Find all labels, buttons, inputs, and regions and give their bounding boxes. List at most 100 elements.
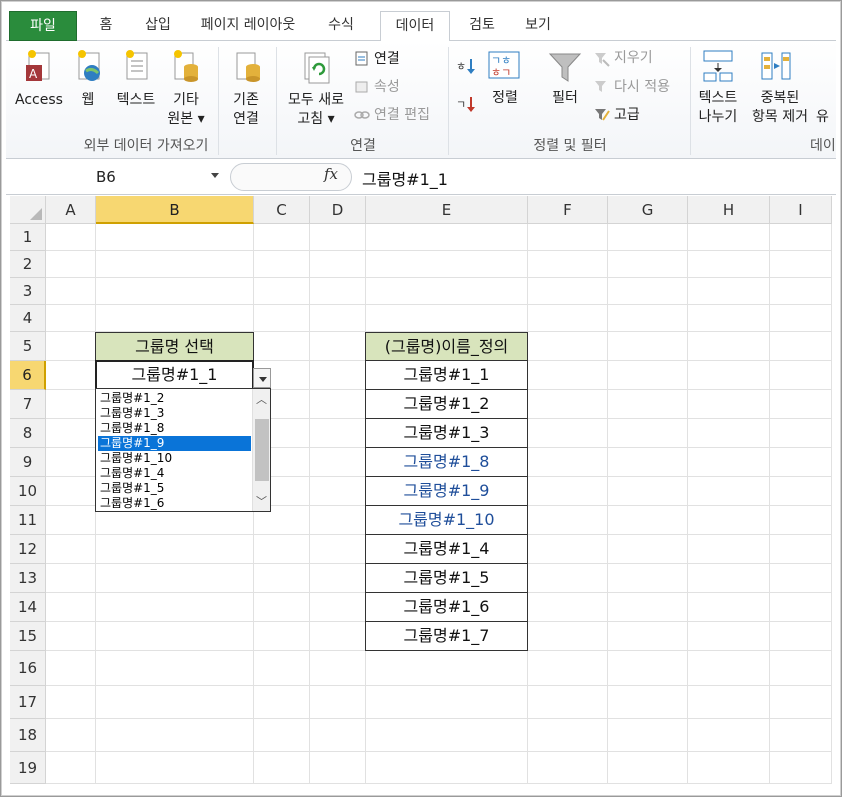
text-import-button[interactable]: 텍스트 (110, 91, 162, 110)
cell-e13[interactable]: 그룹명#1_5 (365, 563, 528, 593)
gridline (46, 751, 832, 752)
select-all-corner[interactable] (10, 196, 46, 224)
properties-button[interactable]: 속성 (374, 78, 400, 96)
tab-review[interactable]: 검토 (458, 11, 506, 41)
cell-e11[interactable]: 그룹명#1_10 (365, 505, 528, 535)
svg-text:ㅎ: ㅎ (456, 60, 466, 73)
tab-insert[interactable]: 삽입 (134, 11, 182, 41)
gridline (607, 224, 608, 784)
cell-e10[interactable]: 그룹명#1_9 (365, 476, 528, 506)
tab-data[interactable]: 데이터 (380, 11, 450, 42)
cell-e5[interactable]: (그룹명)이름_정의 (365, 332, 528, 361)
cell-e8[interactable]: 그룹명#1_3 (365, 418, 528, 448)
edit-links-button[interactable]: 연결 편집 (374, 106, 430, 124)
cell-e6[interactable]: 그룹명#1_1 (365, 360, 528, 390)
cell-e12[interactable]: 그룹명#1_4 (365, 534, 528, 564)
tab-formulas[interactable]: 수식 (316, 11, 366, 41)
dropdown-option[interactable]: 그룹명#1_8 (98, 421, 248, 436)
formula-input[interactable]: 그룹명#1_1 (362, 166, 448, 190)
data-validation-dropdown-button[interactable] (253, 368, 271, 388)
refresh-all-button[interactable]: 모두 새로 고침 ▾ (280, 91, 352, 129)
column-header-b[interactable]: B (96, 196, 254, 224)
sort-descending-icon: ㄱ (456, 97, 475, 112)
row-header-8[interactable]: 8 (10, 419, 46, 448)
remove-duplicates-button[interactable]: 중복된 항목 제거 (746, 89, 814, 127)
edit-links-icon (354, 111, 370, 119)
dropdown-option[interactable]: 그룹명#1_2 (98, 391, 248, 406)
cell-e14[interactable]: 그룹명#1_6 (365, 592, 528, 622)
row-header-10[interactable]: 10 (10, 477, 46, 506)
separator (276, 47, 277, 155)
row-header-6[interactable]: 6 (10, 361, 46, 390)
column-header-d[interactable]: D (310, 196, 366, 224)
dropdown-option[interactable]: 그룹명#1_3 (98, 406, 248, 421)
cell-b6-active[interactable]: 그룹명#1_1 (95, 360, 254, 390)
validation-dropdown-list[interactable]: 그룹명#1_2 그룹명#1_3 그룹명#1_8 그룹명#1_9 그룹명#1_10… (95, 388, 271, 512)
web-button[interactable]: 웹 (72, 91, 104, 110)
sort-button[interactable]: 정렬 (484, 89, 526, 108)
tab-page-layout[interactable]: 페이지 레이아웃 (190, 11, 306, 41)
row-header-17[interactable]: 17 (10, 686, 46, 719)
cell-e9[interactable]: 그룹명#1_8 (365, 447, 528, 477)
dropdown-option[interactable]: 그룹명#1_10 (98, 451, 248, 466)
clear-button[interactable]: 지우기 (614, 49, 653, 67)
properties-icon (355, 81, 368, 93)
dropdown-option[interactable]: 그룹명#1_6 (98, 496, 248, 511)
connections-button[interactable]: 연결 (374, 50, 400, 68)
cell-e15[interactable]: 그룹명#1_7 (365, 621, 528, 651)
gridline (46, 685, 832, 686)
row-header-13[interactable]: 13 (10, 564, 46, 593)
column-header-i[interactable]: I (770, 196, 832, 224)
scroll-down-icon[interactable]: ﹀ (256, 493, 267, 509)
row-header-12[interactable]: 12 (10, 535, 46, 564)
name-box[interactable]: B6 (88, 165, 230, 189)
column-header-a[interactable]: A (46, 196, 96, 224)
tab-view[interactable]: 보기 (514, 11, 562, 41)
scroll-up-icon[interactable]: ︿ (256, 391, 267, 407)
row-header-7[interactable]: 7 (10, 390, 46, 419)
tab-home[interactable]: 홈 (86, 11, 126, 41)
row-header-16[interactable]: 16 (10, 651, 46, 686)
row-header-5[interactable]: 5 (10, 332, 46, 361)
dropdown-scrollbar[interactable]: ︿ ﹀ (252, 389, 270, 511)
access-button[interactable]: Access (10, 91, 68, 110)
row-header-3[interactable]: 3 (10, 278, 46, 305)
other-sources-button[interactable]: 기타 원본 ▾ (162, 91, 210, 129)
dup-label-2: 항목 제거 (752, 109, 808, 125)
column-header-h[interactable]: H (688, 196, 770, 224)
row-header-9[interactable]: 9 (10, 448, 46, 477)
worksheet-grid[interactable]: A B C D E F G H I 1 2 3 4 5 6 7 8 9 10 1… (10, 196, 832, 784)
row-header-15[interactable]: 15 (10, 622, 46, 651)
sort-ascending-icon: ㅎ (456, 59, 475, 74)
tab-file[interactable]: 파일 (9, 11, 77, 41)
row-header-4[interactable]: 4 (10, 305, 46, 332)
row-header-2[interactable]: 2 (10, 251, 46, 278)
existing-connections-button[interactable]: 기존 연결 (224, 91, 268, 129)
column-header-f[interactable]: F (528, 196, 608, 224)
cell-e7[interactable]: 그룹명#1_2 (365, 389, 528, 419)
row-header-14[interactable]: 14 (10, 593, 46, 622)
dropdown-option-highlighted[interactable]: 그룹명#1_9 (98, 436, 251, 451)
row-header-11[interactable]: 11 (10, 506, 46, 535)
name-box-dropdown-icon[interactable] (211, 173, 219, 178)
filter-icon (548, 53, 582, 82)
column-header-c[interactable]: C (254, 196, 310, 224)
row-header-1[interactable]: 1 (10, 224, 46, 251)
scrollbar-thumb[interactable] (255, 419, 269, 481)
reapply-button[interactable]: 다시 적용 (614, 78, 670, 96)
data-validation-button[interactable]: 유 (816, 108, 836, 127)
row-header-19[interactable]: 19 (10, 752, 46, 784)
text-to-columns-button[interactable]: 텍스트 나누기 (694, 89, 742, 127)
gridline (769, 224, 770, 784)
column-header-g[interactable]: G (608, 196, 688, 224)
cell-b5[interactable]: 그룹명 선택 (95, 332, 254, 361)
advanced-button[interactable]: 고급 (614, 106, 640, 124)
access-icon: A (26, 50, 50, 81)
column-header-e[interactable]: E (366, 196, 528, 224)
dropdown-option[interactable]: 그룹명#1_5 (98, 481, 248, 496)
dropdown-option[interactable]: 그룹명#1_4 (98, 466, 248, 481)
insert-function-icon[interactable]: fx (324, 165, 338, 183)
row-header-18[interactable]: 18 (10, 719, 46, 752)
gridline (46, 718, 832, 719)
filter-button[interactable]: 필터 (544, 89, 586, 108)
